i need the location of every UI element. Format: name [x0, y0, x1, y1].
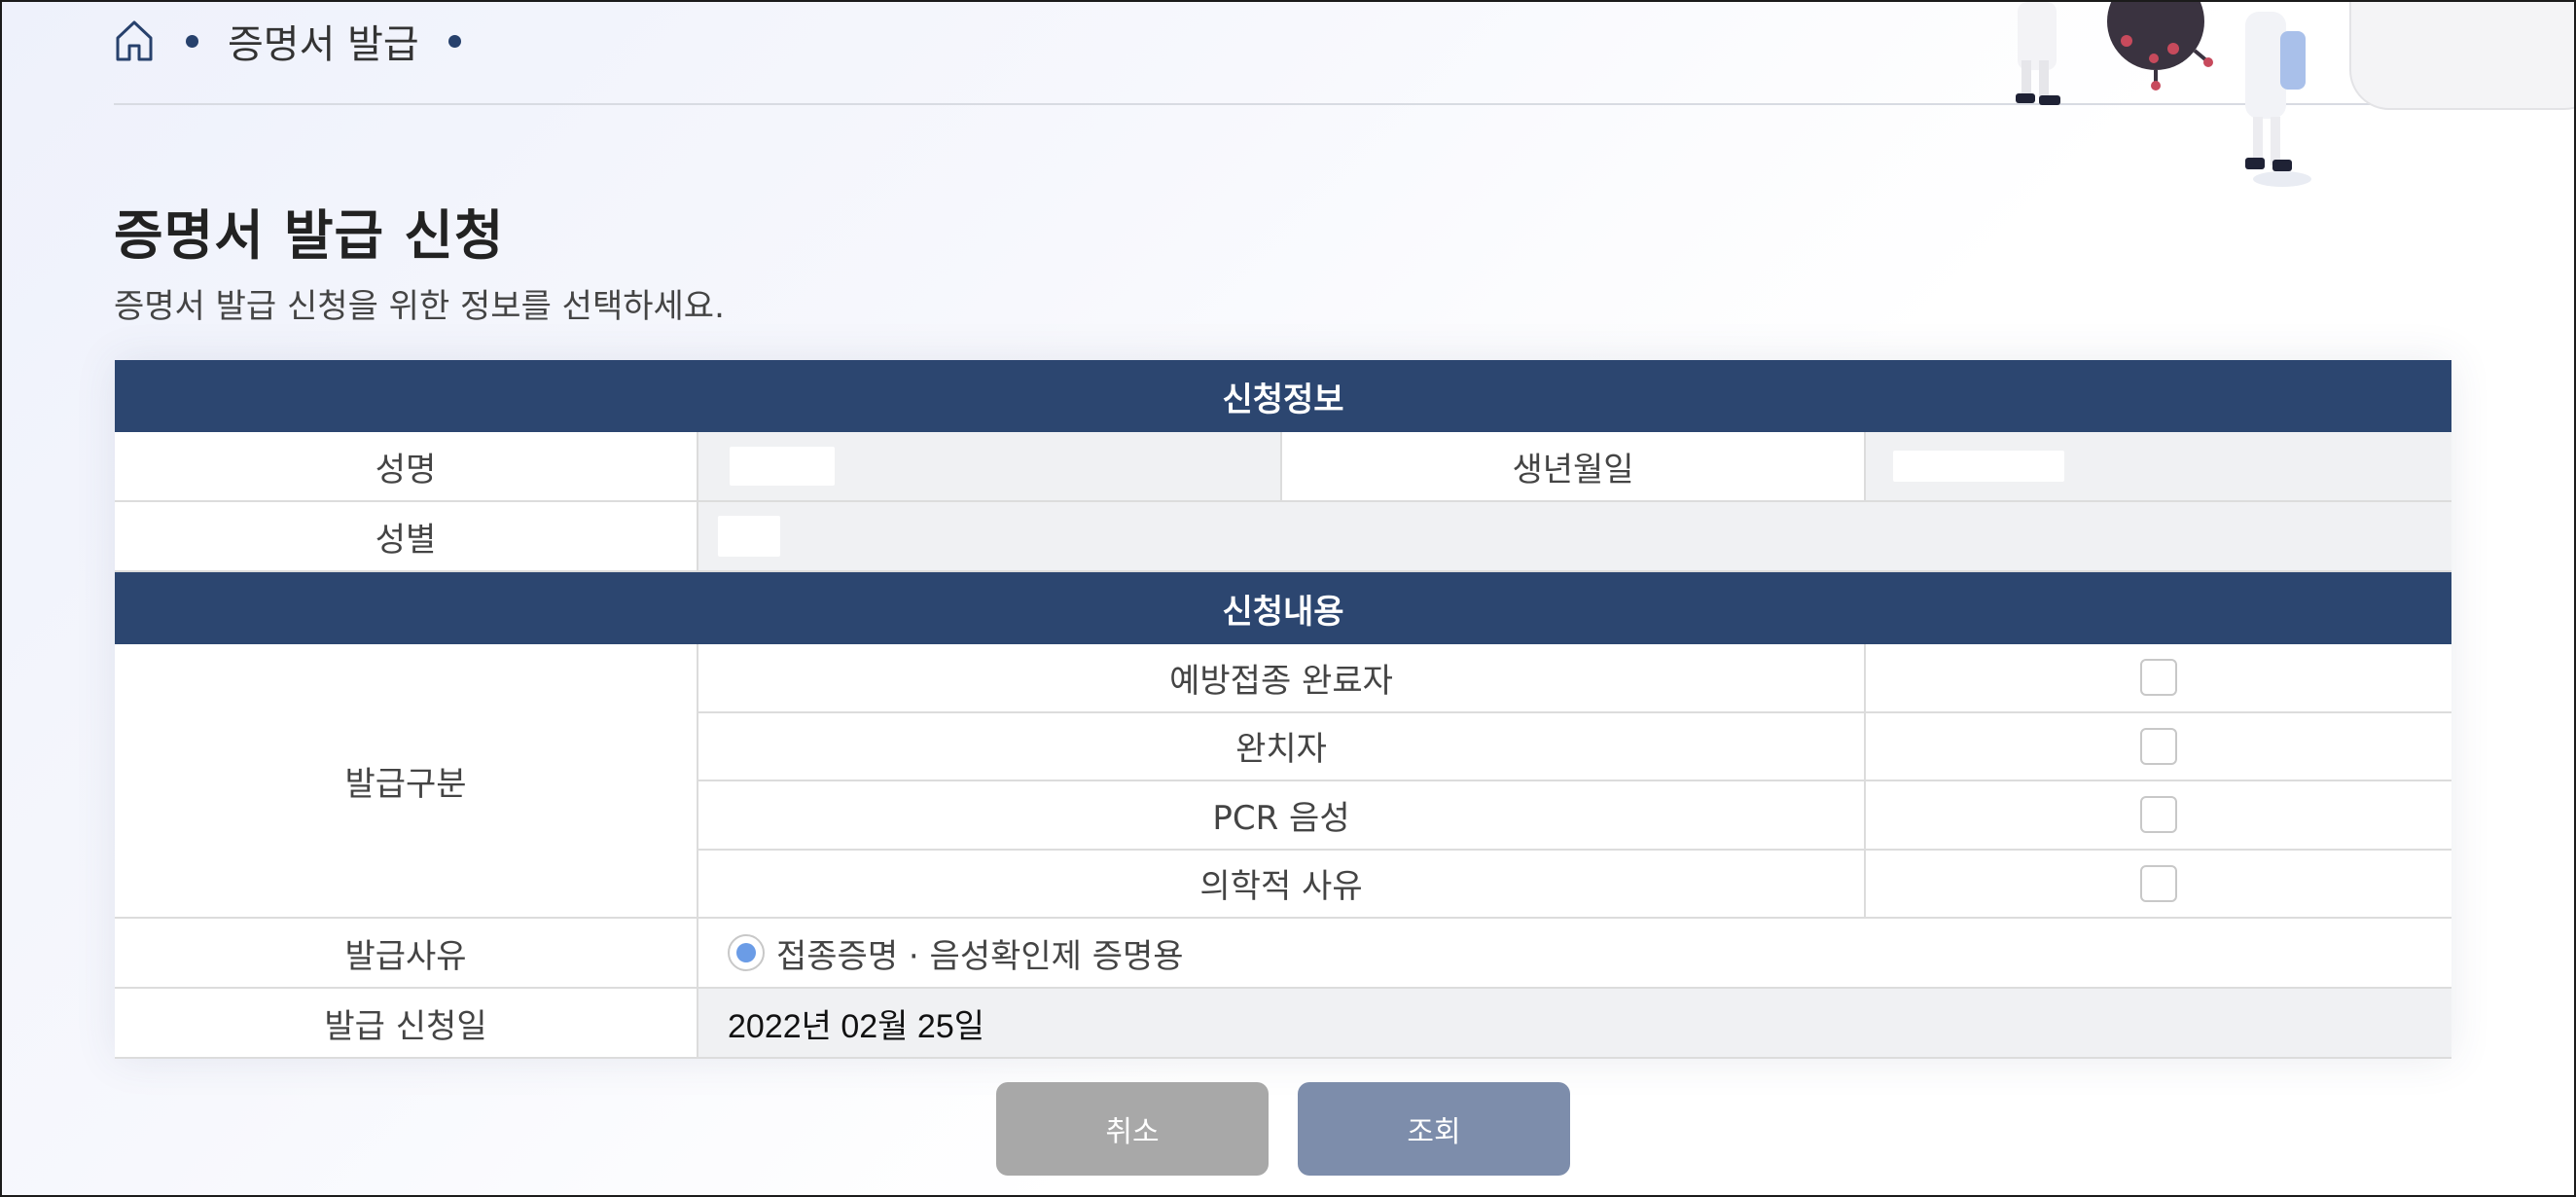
option-checkbox[interactable]	[2140, 796, 2177, 834]
page-subtitle: 증명서 발급 신청을 위한 정보를 선택하세요.	[114, 287, 725, 326]
issue-date-value: 2022년 02월 25일	[728, 1007, 985, 1045]
breadcrumb-separator	[186, 34, 198, 48]
search-button[interactable]: 조회	[1298, 1082, 1570, 1176]
gender-value	[718, 516, 780, 557]
home-icon[interactable]	[114, 17, 157, 65]
cancel-button[interactable]: 취소	[996, 1082, 1269, 1176]
gender-label: 성별	[115, 502, 698, 570]
applicant-row-gender: 성별	[115, 502, 2451, 572]
issue-type-option: 완치자	[698, 712, 2451, 781]
reason-radio-label[interactable]: 접종증명 · 음성확인제 증명용	[776, 929, 1184, 977]
covid-illustration	[1932, 0, 2576, 197]
breadcrumb-separator	[447, 34, 461, 48]
issue-type-option: 예방접종 완료자	[698, 644, 2451, 713]
birth-value-cell	[1866, 432, 2451, 500]
breadcrumb-current[interactable]: 증명서 발급	[228, 13, 419, 69]
option-checkbox[interactable]	[2140, 659, 2177, 697]
issue-reason-label: 발급사유	[115, 919, 698, 987]
name-value-cell	[698, 432, 1282, 500]
application-form: 신청정보 성명 생년월일 성별 신청내용 발급구분 예방접종 완료자 완치자 P…	[115, 360, 2451, 1059]
applicant-section-header: 신청정보	[115, 360, 2451, 432]
issue-reason-row: 발급사유 접종증명 · 음성확인제 증명용	[115, 919, 2451, 989]
applicant-row-name: 성명 생년월일	[115, 432, 2451, 502]
option-label: 완치자	[698, 712, 1866, 780]
breadcrumb: 증명서 발급	[114, 2, 490, 80]
name-label: 성명	[115, 432, 698, 500]
action-buttons: 취소 조회	[996, 1082, 1570, 1176]
issue-date-label: 발급 신청일	[115, 989, 698, 1057]
issue-type-option: PCR 음성	[698, 781, 2451, 851]
reason-radio[interactable]	[728, 934, 765, 971]
radio-selected-dot	[736, 943, 756, 962]
issue-type-option: 의학적 사유	[698, 850, 2451, 917]
issue-type-label: 발급구분	[115, 644, 698, 917]
option-checkbox[interactable]	[2140, 727, 2177, 765]
birth-label: 생년월일	[1282, 432, 1866, 500]
option-checkbox[interactable]	[2140, 864, 2177, 902]
option-label: 의학적 사유	[698, 850, 1866, 917]
option-label: 예방접종 완료자	[698, 644, 1866, 711]
page-title: 증명서 발급 신청	[114, 204, 505, 267]
request-section-header: 신청내용	[115, 572, 2451, 644]
gender-value-cell	[698, 502, 2451, 570]
issue-reason-value: 접종증명 · 음성확인제 증명용	[698, 919, 2451, 987]
issue-date-cell: 2022년 02월 25일	[698, 989, 2451, 1057]
birth-value	[1893, 451, 2064, 482]
issue-date-row: 발급 신청일 2022년 02월 25일	[115, 989, 2451, 1059]
option-label: PCR 음성	[698, 781, 1866, 849]
issue-type-group: 발급구분 예방접종 완료자 완치자 PCR 음성 의학적 사유	[115, 644, 2451, 919]
name-value	[730, 447, 835, 486]
